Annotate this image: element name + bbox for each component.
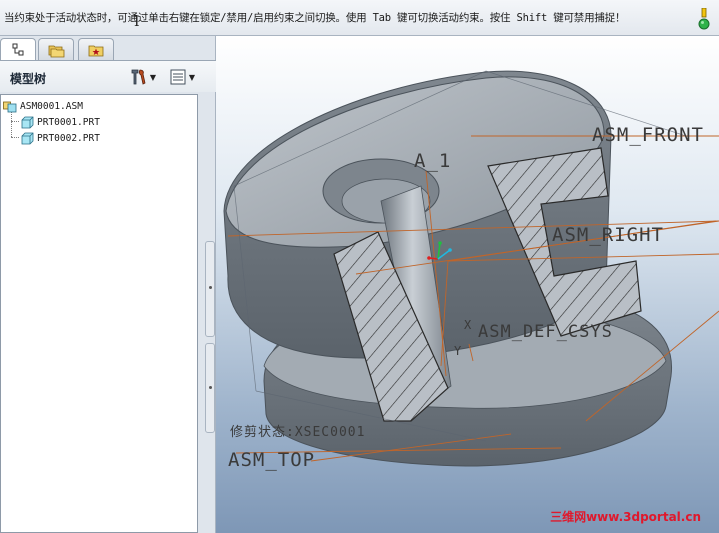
datum-label-asm-top[interactable]: ASM_TOP <box>228 449 315 471</box>
tree-settings-button[interactable]: ▼ <box>126 67 158 87</box>
tree-item-label: ASM0001.ASM <box>20 100 83 112</box>
tree-item-prt0001[interactable]: PRT0001.PRT <box>20 114 100 130</box>
message-bar: 当约束处于活动状态时，可通过单击右键在锁定/禁用/启用约束之间切换。使用 Tab… <box>0 0 719 36</box>
datum-label-asm-front[interactable]: ASM_FRONT <box>592 124 704 146</box>
tab-favorites[interactable] <box>78 38 114 60</box>
tools-icon <box>131 69 146 85</box>
favorites-tab-icon <box>88 45 104 56</box>
text-cursor-icon: I <box>134 14 140 30</box>
part-icon <box>21 116 34 128</box>
tree-connector <box>11 121 19 122</box>
csys-axis-label-x: X <box>464 318 473 332</box>
tree-item-prt0002[interactable]: PRT0002.PRT <box>20 130 100 146</box>
status-light-icon[interactable] <box>697 8 711 32</box>
tab-folder-browser[interactable] <box>38 38 74 60</box>
datum-label-axis[interactable]: A_1 <box>414 150 451 172</box>
tree-item-label: PRT0002.PRT <box>37 132 100 144</box>
list-icon <box>170 69 186 85</box>
datum-label-asm-right[interactable]: ASM_RIGHT <box>552 224 664 246</box>
model-tree-toolbar: 模型树 ▼ ▼ <box>0 60 216 92</box>
tab-model-tree[interactable] <box>0 38 36 61</box>
navigator-panel: 模型树 ▼ ▼ ASM0001.ASM PRT0001.PRT PRT0002.… <box>0 36 216 533</box>
datum-label-csys[interactable]: ASM_DEF_CSYS <box>478 322 613 342</box>
tree-show-button[interactable]: ▼ <box>166 67 198 87</box>
panel-splitter-handle[interactable] <box>205 343 215 433</box>
chevron-down-icon: ▼ <box>188 72 196 82</box>
section-status-text: 修剪状态:XSEC0001 <box>230 425 366 440</box>
csys-axis-label-y: Y <box>454 344 463 358</box>
assembly-icon <box>3 101 17 112</box>
chevron-down-icon: ▼ <box>149 72 157 82</box>
message-text: 当约束处于活动状态时，可通过单击右键在锁定/禁用/启用约束之间切换。使用 Tab… <box>4 12 626 24</box>
tree-connector <box>11 137 19 138</box>
model-tree-title: 模型树 <box>10 72 47 86</box>
navigator-tabs <box>0 36 216 61</box>
graphics-viewport[interactable]: ASM_FRONT ASM_RIGHT ASM_TOP A_1 ASM_DEF_… <box>216 36 719 533</box>
tree-item-label: PRT0001.PRT <box>37 116 100 128</box>
tree-item-asm0001[interactable]: ASM0001.ASM <box>3 98 83 114</box>
part-icon <box>21 132 34 144</box>
panel-splitter-handle[interactable] <box>205 241 215 337</box>
model-tree-tab-icon <box>12 43 24 56</box>
model-tree: ASM0001.ASM PRT0001.PRT PRT0002.PRT <box>0 94 198 533</box>
watermark-text: 三维网www.3dportal.cn <box>550 510 701 524</box>
folder-browser-tab-icon <box>48 45 65 57</box>
